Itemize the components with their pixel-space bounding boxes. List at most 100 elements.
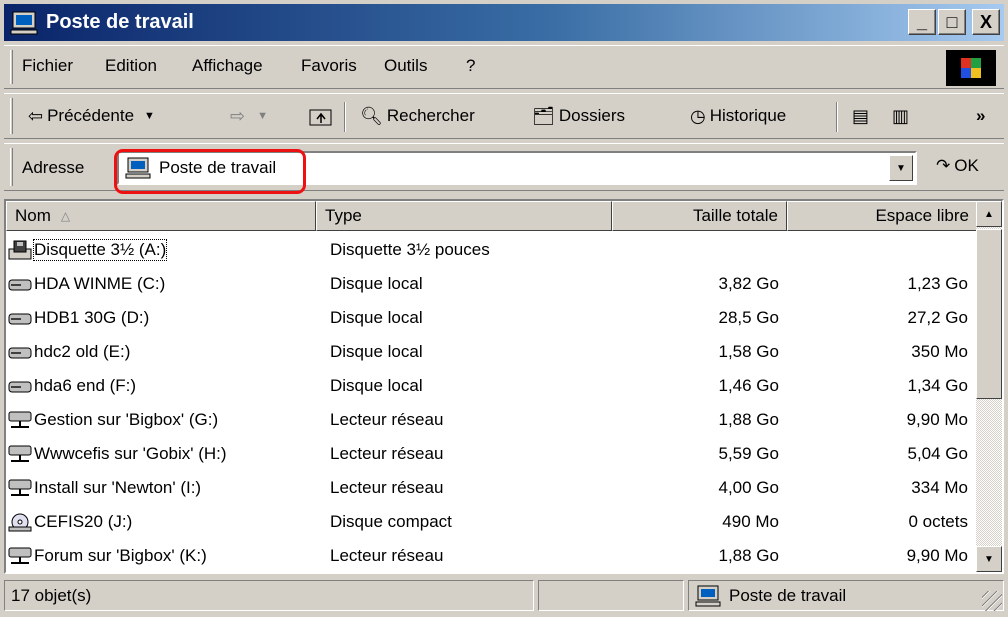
status-count-pane: 17 objet(s) bbox=[4, 580, 534, 611]
minimize-icon: _ bbox=[916, 12, 927, 32]
folders-button[interactable]: 🗂︎ Dossiers bbox=[532, 102, 625, 130]
address-input[interactable]: Poste de travail ▼ bbox=[117, 151, 917, 185]
floppy-drive-icon bbox=[8, 240, 32, 260]
row-total: 1,88 Go bbox=[718, 546, 780, 565]
history-label: Historique bbox=[709, 106, 787, 125]
scroll-down-button[interactable]: ▼ bbox=[976, 546, 1002, 572]
address-value: Poste de travail bbox=[159, 158, 277, 177]
row-name: CEFIS20 (J:) bbox=[34, 512, 133, 531]
maximize-button[interactable]: □ bbox=[938, 9, 966, 35]
row-name: Gestion sur 'Bigbox' (G:) bbox=[34, 410, 219, 429]
forward-button[interactable]: ⇨ ▼ bbox=[230, 102, 268, 130]
maximize-icon: □ bbox=[946, 12, 958, 32]
menu-help[interactable]: ? bbox=[466, 56, 475, 76]
row-type: Lecteur réseau bbox=[330, 444, 444, 463]
status-location-pane: Poste de travail bbox=[688, 580, 1004, 611]
row-free: 5,04 Go bbox=[907, 444, 969, 463]
row-name: hdc2 old (E:) bbox=[34, 342, 131, 361]
search-button[interactable]: 🔍︎ Rechercher bbox=[360, 102, 475, 130]
file-list[interactable]: Nom △ Type Taille totale Espace libre Di… bbox=[4, 199, 1004, 574]
row-total: 490 Mo bbox=[722, 512, 779, 531]
column-header-name[interactable]: Nom △ bbox=[6, 201, 316, 231]
toolbar-grip[interactable] bbox=[10, 98, 13, 134]
row-free: 1,34 Go bbox=[907, 376, 969, 395]
menu-edition[interactable]: Edition bbox=[105, 56, 157, 76]
column-header-total[interactable]: Taille totale bbox=[612, 201, 787, 231]
row-name: HDA WINME (C:) bbox=[34, 274, 166, 293]
row-free: 9,90 Mo bbox=[906, 546, 968, 565]
hard-disk-icon bbox=[8, 347, 32, 359]
network-drive-icon bbox=[8, 547, 32, 564]
minimize-button[interactable]: _ bbox=[908, 9, 936, 35]
row-name: hda6 end (F:) bbox=[34, 376, 137, 395]
toolbar-separator bbox=[344, 102, 346, 132]
menu-fichier[interactable]: Fichier bbox=[22, 56, 73, 76]
row-type: Disque compact bbox=[330, 512, 452, 531]
menu-grip[interactable] bbox=[10, 50, 13, 84]
row-total: 3,82 Go bbox=[718, 274, 780, 293]
windows-logo-icon bbox=[946, 50, 996, 86]
title-bar[interactable]: Poste de travail _ □ X bbox=[4, 4, 1004, 41]
history-button[interactable]: ◷ Historique bbox=[690, 102, 786, 130]
back-button[interactable]: ⇦ Précédente ▼ bbox=[28, 102, 155, 130]
column-type-label: Type bbox=[325, 206, 362, 225]
row-type: Disque local bbox=[330, 376, 423, 395]
forward-dropdown-icon[interactable]: ▼ bbox=[257, 110, 268, 122]
move-to-button[interactable]: ▤ bbox=[852, 102, 873, 130]
table-row[interactable]: hda6 end (F:) Disque local 1,46 Go 1,34 … bbox=[6, 369, 978, 403]
table-row[interactable]: HDA WINME (C:) Disque local 3,82 Go 1,23… bbox=[6, 267, 978, 301]
history-icon: ◷ bbox=[690, 105, 706, 126]
column-header-type[interactable]: Type bbox=[316, 201, 612, 231]
go-arrow-icon: ↷ bbox=[936, 156, 951, 175]
network-drive-icon bbox=[8, 445, 32, 462]
row-type: Lecteur réseau bbox=[330, 546, 444, 565]
menu-outils[interactable]: Outils bbox=[384, 56, 427, 76]
address-grip[interactable] bbox=[10, 148, 13, 186]
address-bar: Adresse Poste de travail ▼ ↷ OK bbox=[4, 143, 1004, 191]
resize-grip-icon[interactable] bbox=[982, 591, 1002, 611]
row-total: 4,00 Go bbox=[718, 478, 780, 497]
status-location: Poste de travail bbox=[729, 585, 847, 605]
close-button[interactable]: X bbox=[972, 9, 1000, 35]
table-row[interactable]: HDB1 30G (D:) Disque local 28,5 Go 27,2 … bbox=[6, 301, 978, 335]
up-folder-icon bbox=[309, 109, 332, 126]
table-row[interactable]: Gestion sur 'Bigbox' (G:) Lecteur réseau… bbox=[6, 403, 978, 437]
chevron-down-icon: ▼ bbox=[896, 162, 906, 174]
status-bar: 17 objet(s) Poste de travail bbox=[4, 578, 1004, 613]
go-button[interactable]: ↷ OK bbox=[936, 156, 979, 176]
column-name-label: Nom bbox=[15, 206, 51, 225]
computer-icon bbox=[10, 11, 38, 34]
scroll-thumb[interactable] bbox=[976, 229, 1002, 399]
back-label: Précédente bbox=[47, 106, 135, 125]
table-row[interactable]: Wwwcefis sur 'Gobix' (H:) Lecteur réseau… bbox=[6, 437, 978, 471]
table-row[interactable]: hdc2 old (E:) Disque local 1,58 Go 350 M… bbox=[6, 335, 978, 369]
toolbar-more-button[interactable]: » bbox=[976, 102, 985, 130]
go-label: OK bbox=[954, 156, 979, 175]
window-title: Poste de travail bbox=[46, 11, 194, 33]
network-drive-icon bbox=[8, 411, 32, 428]
vertical-scrollbar[interactable]: ▲ ▼ bbox=[976, 201, 1002, 572]
table-row[interactable]: CEFIS20 (J:) Disque compact 490 Mo 0 oct… bbox=[6, 505, 978, 539]
back-dropdown-icon[interactable]: ▼ bbox=[144, 110, 155, 122]
column-free-label: Espace libre bbox=[875, 206, 969, 225]
row-free: 1,23 Go bbox=[907, 274, 969, 293]
table-row[interactable]: Disquette 3½ (A:) Disquette 3½ pouces bbox=[6, 233, 978, 267]
hard-disk-icon bbox=[8, 313, 32, 325]
row-free: 9,90 Mo bbox=[906, 410, 968, 429]
menu-favoris[interactable]: Favoris bbox=[301, 56, 357, 76]
up-folder-button[interactable] bbox=[309, 102, 333, 130]
column-header-free[interactable]: Espace libre bbox=[787, 201, 978, 231]
folders-label: Dossiers bbox=[558, 106, 625, 125]
back-arrow-icon: ⇦ bbox=[28, 105, 44, 126]
copy-to-button[interactable]: ▥ bbox=[892, 102, 913, 130]
computer-icon bbox=[695, 585, 721, 606]
row-type: Disque local bbox=[330, 308, 423, 327]
address-dropdown-button[interactable]: ▼ bbox=[889, 155, 913, 181]
search-icon: 🔍︎ bbox=[360, 105, 383, 126]
row-total: 1,58 Go bbox=[718, 342, 780, 361]
scroll-up-button[interactable]: ▲ bbox=[976, 201, 1002, 227]
table-row[interactable]: Install sur 'Newton' (I:) Lecteur réseau… bbox=[6, 471, 978, 505]
arrow-down-icon: ▼ bbox=[984, 553, 994, 565]
table-row[interactable]: Forum sur 'Bigbox' (K:) Lecteur réseau 1… bbox=[6, 539, 978, 572]
menu-affichage[interactable]: Affichage bbox=[192, 56, 263, 76]
